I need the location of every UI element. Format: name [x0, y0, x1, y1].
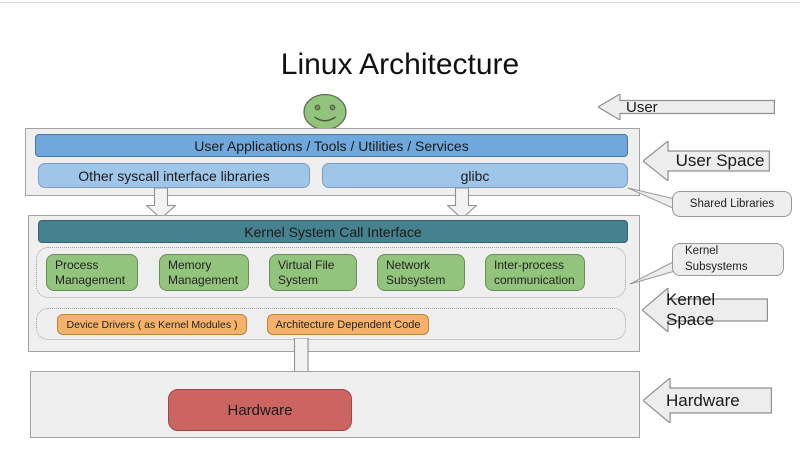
hardware-arrow-label: Hardware — [666, 389, 770, 412]
subsystem-network-subsystem: Network Subsystem — [377, 254, 465, 291]
user-arrow-label: User — [626, 99, 658, 115]
user-arrow-icon — [598, 94, 775, 120]
shared-libraries-callout-tail — [626, 186, 676, 212]
other-syscall-libraries-box: Other syscall interface libraries — [38, 163, 310, 188]
kernel-syscall-interface-bar: Kernel System Call Interface — [38, 220, 628, 243]
kernel-subsystems-callout-tail — [628, 257, 676, 286]
top-divider-line — [0, 2, 800, 3]
smiley-face-icon — [302, 93, 348, 131]
hardware-box: Hardware — [168, 389, 352, 431]
page-title: Linux Architecture — [0, 48, 800, 84]
kernel-subsystems-callout: Kernel Subsystems — [672, 243, 784, 276]
subsystem-process-management: Process Management — [46, 254, 138, 291]
shared-libraries-callout: Shared Libraries — [672, 191, 792, 217]
module-architecture-dependent-code: Architecture Dependent Code — [267, 314, 429, 335]
linux-architecture-diagram: Linux Architecture User User Application… — [0, 0, 800, 452]
module-device-drivers: Device Drivers ( as Kernel Modules ) — [57, 314, 247, 335]
subsystem-virtual-file-system: Virtual File System — [269, 254, 357, 291]
subsystem-interprocess-communication: Inter-process communication — [485, 254, 585, 291]
kernel-space-arrow-label: Kernel Space — [666, 299, 768, 321]
glibc-box: glibc — [322, 163, 628, 188]
user-space-arrow-label: User Space — [670, 151, 770, 171]
subsystem-memory-management: Memory Management — [159, 254, 249, 291]
user-applications-bar: User Applications / Tools / Utilities / … — [35, 134, 628, 157]
